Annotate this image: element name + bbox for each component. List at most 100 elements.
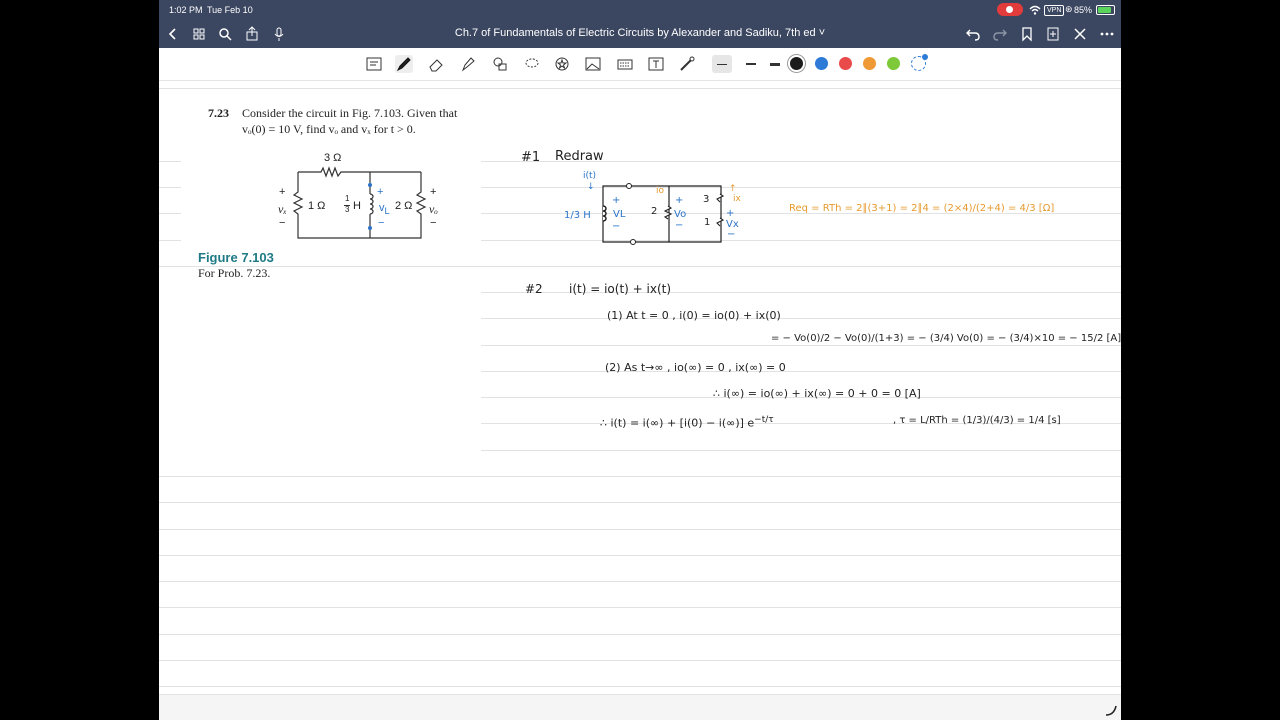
page-rule bbox=[159, 502, 1121, 503]
redraw-ix-arrow: ↑ bbox=[729, 184, 737, 194]
figure-caption: For Prob. 7.23. bbox=[198, 266, 271, 280]
annotation-toolbar bbox=[159, 48, 1121, 81]
laser-pointer-icon[interactable] bbox=[678, 55, 696, 73]
notebook-page[interactable]: 7.23 Consider the circuit in Fig. 7.103.… bbox=[159, 82, 1121, 694]
record-icon[interactable] bbox=[997, 3, 1023, 16]
problem-number: 7.23 bbox=[208, 106, 229, 120]
page-rule bbox=[159, 161, 181, 162]
resize-handle-icon[interactable] bbox=[1104, 703, 1118, 717]
circuit-figure bbox=[292, 166, 427, 239]
redraw-vx-plus: + bbox=[726, 208, 735, 219]
shapes-icon[interactable] bbox=[491, 55, 509, 73]
step1-title: Redraw bbox=[555, 149, 604, 164]
redraw-inductor-label: 1/3 H bbox=[564, 210, 591, 221]
page-rule bbox=[159, 266, 1121, 267]
wifi-icon bbox=[1029, 5, 1041, 15]
highlighter-icon[interactable] bbox=[459, 55, 477, 73]
lasso-icon[interactable] bbox=[523, 55, 541, 73]
page-rule bbox=[159, 88, 1121, 89]
redraw-ix-label: ix bbox=[733, 194, 741, 204]
scan-text-icon[interactable] bbox=[365, 55, 383, 73]
battery-icon bbox=[1096, 5, 1115, 15]
ipad-screen: 1:02 PM Tue Feb 10 VPN ⊛ 85% Ch.7 of Fun… bbox=[159, 0, 1121, 720]
page-rule bbox=[481, 371, 1121, 372]
page-rule bbox=[481, 240, 1121, 241]
color-red[interactable] bbox=[839, 57, 852, 70]
plus-sign: + bbox=[279, 186, 286, 198]
step2-exponent: −t/τ bbox=[754, 415, 774, 425]
redraw-vo-label: Vo bbox=[674, 209, 687, 220]
redraw-one-ohm: 1 bbox=[704, 217, 711, 228]
redraw-vo-plus: + bbox=[675, 195, 684, 206]
add-color-icon[interactable] bbox=[911, 54, 928, 71]
bluetooth-icon: ⊛ bbox=[1065, 4, 1073, 14]
bookmark-icon[interactable] bbox=[1019, 26, 1035, 42]
problem-text-line-1: Consider the circuit in Fig. 7.103. Give… bbox=[242, 106, 458, 120]
page-rule bbox=[159, 529, 1121, 530]
page-rule bbox=[481, 345, 1121, 346]
step2-equation: i(t) = io(t) + ix(t) bbox=[569, 282, 672, 296]
page-rule bbox=[159, 686, 1121, 687]
color-black[interactable] bbox=[790, 57, 803, 70]
step2-line-1: (1) At t = 0 , i(0) = io(0) + ix(0) bbox=[607, 309, 781, 322]
keyboard-icon[interactable] bbox=[616, 55, 634, 73]
page-rule bbox=[159, 634, 1121, 635]
step1-number: #1 bbox=[521, 150, 541, 165]
figure-label: Figure 7.103 bbox=[198, 250, 274, 265]
sticker-icon[interactable] bbox=[553, 55, 571, 73]
vo-label: vₒ bbox=[429, 202, 438, 216]
close-icon[interactable] bbox=[1072, 26, 1088, 42]
redraw-vl-label: VL bbox=[613, 209, 626, 220]
add-page-icon[interactable] bbox=[1045, 26, 1061, 42]
step2-line-2: = − Vo(0)/2 − Vo(0)/(1+3) = − (3/4) Vo(0… bbox=[771, 333, 1121, 344]
resistor-right-label: 2 Ω bbox=[395, 200, 413, 212]
status-time: 1:02 PM bbox=[169, 5, 203, 15]
redraw-vo-minus: − bbox=[675, 220, 684, 231]
resistor-top-label: 3 Ω bbox=[324, 152, 342, 164]
pen-icon[interactable] bbox=[395, 55, 413, 73]
status-date: Tue Feb 10 bbox=[207, 5, 253, 15]
undo-icon[interactable] bbox=[965, 26, 981, 42]
document-title-text: Ch.7 of Fundamentals of Electric Circuit… bbox=[454, 27, 816, 39]
color-orange[interactable] bbox=[863, 57, 876, 70]
req-equation: Req = RTh = 2∥(3+1) = 2∥4 = (2×4)/(2+4) … bbox=[789, 203, 1055, 214]
color-blue[interactable] bbox=[815, 57, 828, 70]
page-rule bbox=[159, 660, 1121, 661]
redraw-it-label: i(t) bbox=[583, 171, 597, 181]
step2-line-5-text: ∴ i(t) = i(∞) + [i(0) − i(∞)] e bbox=[600, 416, 755, 430]
eraser-icon[interactable] bbox=[427, 55, 445, 73]
inductor-label: H bbox=[353, 200, 361, 212]
vpn-badge: VPN bbox=[1044, 5, 1065, 16]
page-rule bbox=[159, 240, 181, 241]
color-green[interactable] bbox=[887, 57, 900, 70]
page-rule bbox=[159, 187, 181, 188]
step2-line-3: (2) As t→∞ , io(∞) = 0 , ix(∞) = 0 bbox=[605, 361, 786, 374]
redo-icon[interactable] bbox=[992, 26, 1008, 42]
step2-line-4: ∴ i(∞) = io(∞) + ix(∞) = 0 + 0 = 0 [A] bbox=[713, 387, 921, 400]
step2-line-6: , τ = L/RTh = (1/3)/(4/3) = 1/4 [s] bbox=[893, 415, 1061, 426]
chevron-down-icon: ˅ bbox=[818, 27, 826, 39]
page-rule bbox=[159, 476, 1121, 477]
minus-sign: − bbox=[279, 217, 286, 229]
inductor-frac-num: 1 bbox=[345, 194, 350, 203]
thickness-thick[interactable] bbox=[765, 55, 785, 73]
redraw-io-label: io bbox=[656, 186, 665, 196]
redraw-it-arrow: ↓ bbox=[587, 182, 595, 192]
redraw-vx-minus: − bbox=[727, 229, 736, 240]
vx-label: vₓ bbox=[278, 202, 287, 216]
step2-line-5: ∴ i(t) = i(∞) + [i(0) − i(∞)] e−t/τ bbox=[600, 415, 774, 430]
status-bar: 1:02 PM Tue Feb 10 VPN ⊛ 85% bbox=[159, 0, 1121, 20]
vl-minus: − bbox=[378, 217, 385, 229]
thickness-medium[interactable] bbox=[741, 55, 761, 73]
thickness-thin[interactable] bbox=[712, 55, 732, 73]
image-icon[interactable] bbox=[584, 55, 602, 73]
more-icon[interactable] bbox=[1099, 26, 1115, 42]
page-rule bbox=[159, 555, 1121, 556]
vo-plus: + bbox=[430, 186, 437, 198]
redraw-vl-plus: + bbox=[612, 195, 621, 206]
page-rule bbox=[481, 450, 1121, 451]
page-rule bbox=[159, 607, 1121, 608]
text-box-icon[interactable] bbox=[647, 55, 665, 73]
vl-label: vL bbox=[379, 202, 390, 216]
page-rule bbox=[481, 318, 1121, 319]
